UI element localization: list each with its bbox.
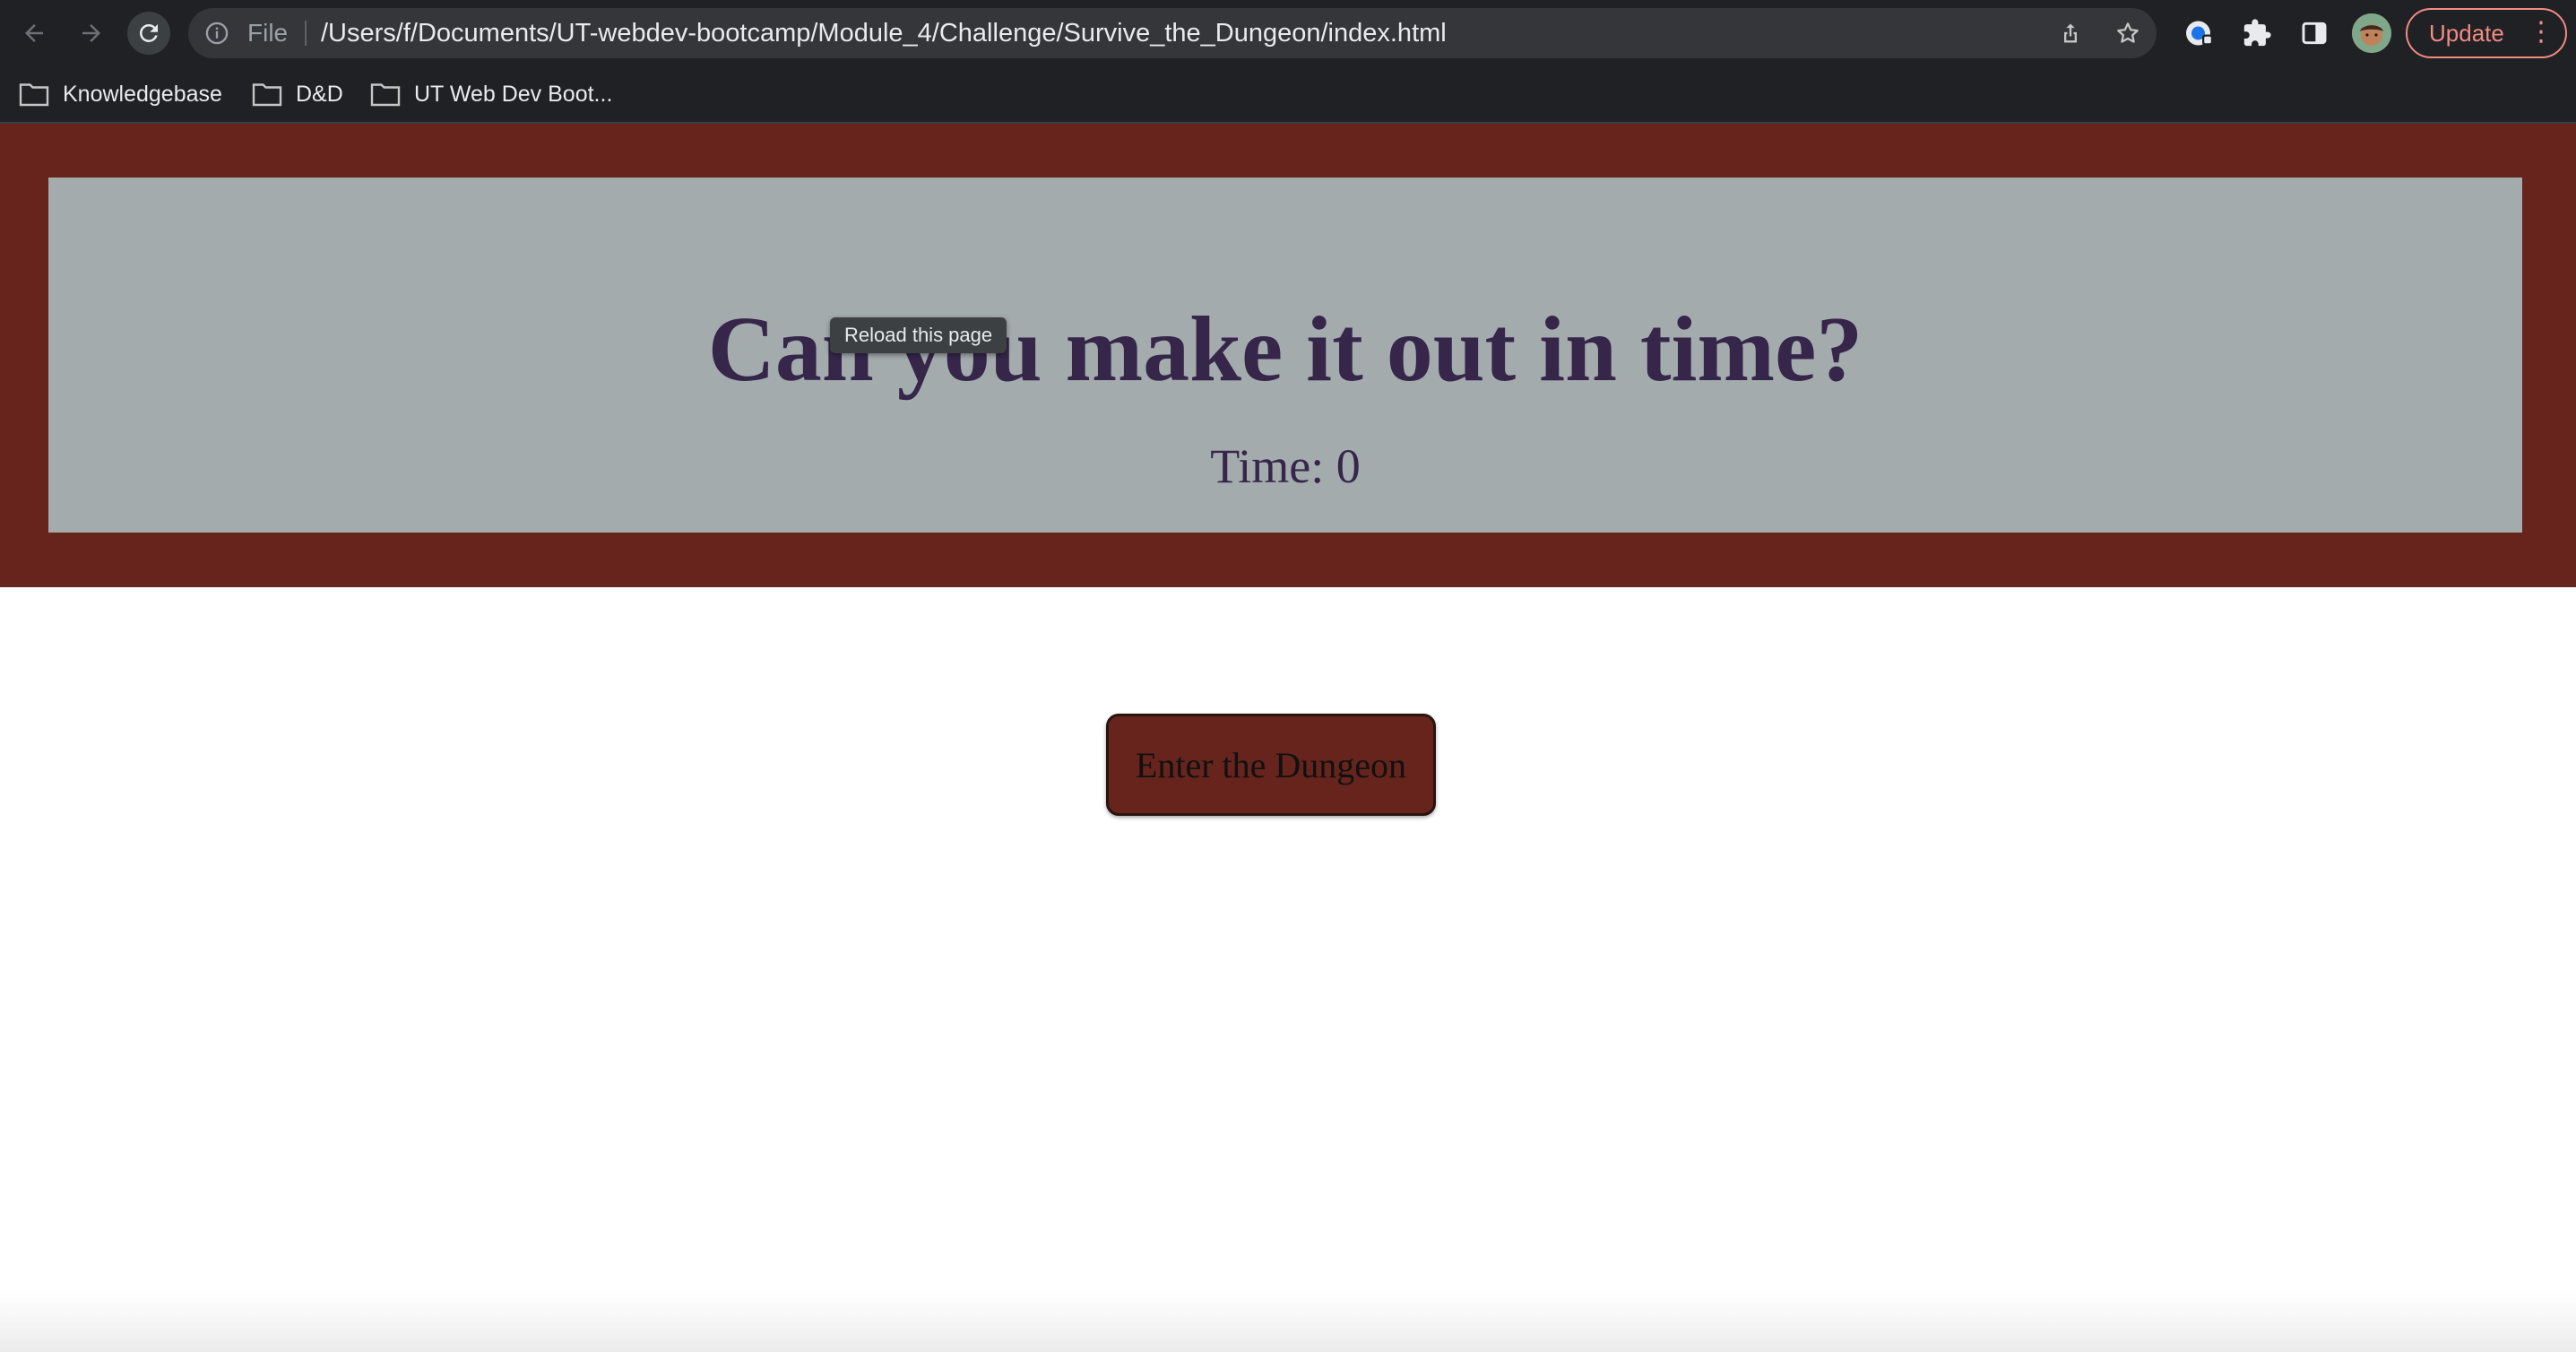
bookmark-folder-knowledgebase[interactable]: Knowledgebase [18, 66, 222, 122]
timer-display: Time: 0 [1210, 439, 1361, 493]
side-panel-icon[interactable] [2296, 15, 2332, 51]
folder-icon [370, 83, 401, 107]
update-label: Update [2429, 20, 2504, 47]
share-icon[interactable] [2054, 17, 2087, 49]
more-vert-icon[interactable]: ⋮ [2528, 10, 2554, 55]
forward-button[interactable] [70, 12, 113, 55]
page-title: Can you make it out in time? [707, 298, 1863, 401]
back-arrow-icon [25, 24, 43, 42]
bookmark-label: Knowledgebase [63, 81, 222, 107]
info-icon[interactable] [204, 21, 229, 50]
bookmark-folder-ut-web-dev[interactable]: UT Web Dev Boot... [369, 66, 612, 122]
back-button[interactable] [13, 12, 56, 55]
bookmark-label: UT Web Dev Boot... [414, 81, 613, 107]
url-separator [305, 21, 307, 46]
folder-icon [19, 83, 49, 107]
folder-icon [252, 83, 282, 107]
reload-icon [139, 23, 158, 42]
forward-arrow-icon [82, 24, 100, 42]
extensions-puzzle-icon[interactable] [2239, 15, 2275, 51]
reload-tooltip: Reload this page [830, 317, 1007, 353]
enter-dungeon-button[interactable]: Enter the Dungeon [1106, 714, 1436, 816]
window-bottom-shadow [0, 1291, 2576, 1352]
password-manager-icon[interactable] [2182, 15, 2217, 51]
url-scheme-label: File [247, 19, 289, 47]
bookmark-label: D&D [296, 81, 343, 107]
reload-button[interactable] [127, 12, 170, 55]
url-text[interactable]: /Users/f/Documents/UT-webdev-bootcamp/Mo… [321, 8, 1447, 58]
address-bar[interactable]: File /Users/f/Documents/UT-webdev-bootca… [188, 8, 2157, 58]
profile-avatar[interactable] [2352, 13, 2391, 53]
bookmark-folder-dnd[interactable]: D&D [251, 66, 343, 122]
page-header: Can you make it out in time? Time: 0 [0, 124, 2576, 587]
browser-toolbar: File /Users/f/Documents/UT-webdev-bootca… [0, 0, 2576, 66]
update-button[interactable]: Update ⋮ [2406, 8, 2567, 58]
header-panel: Can you make it out in time? Time: 0 [48, 178, 2522, 533]
bookmarks-bar: Knowledgebase D&D UT Web Dev Boot... [0, 66, 2576, 124]
star-icon[interactable] [2112, 17, 2144, 49]
